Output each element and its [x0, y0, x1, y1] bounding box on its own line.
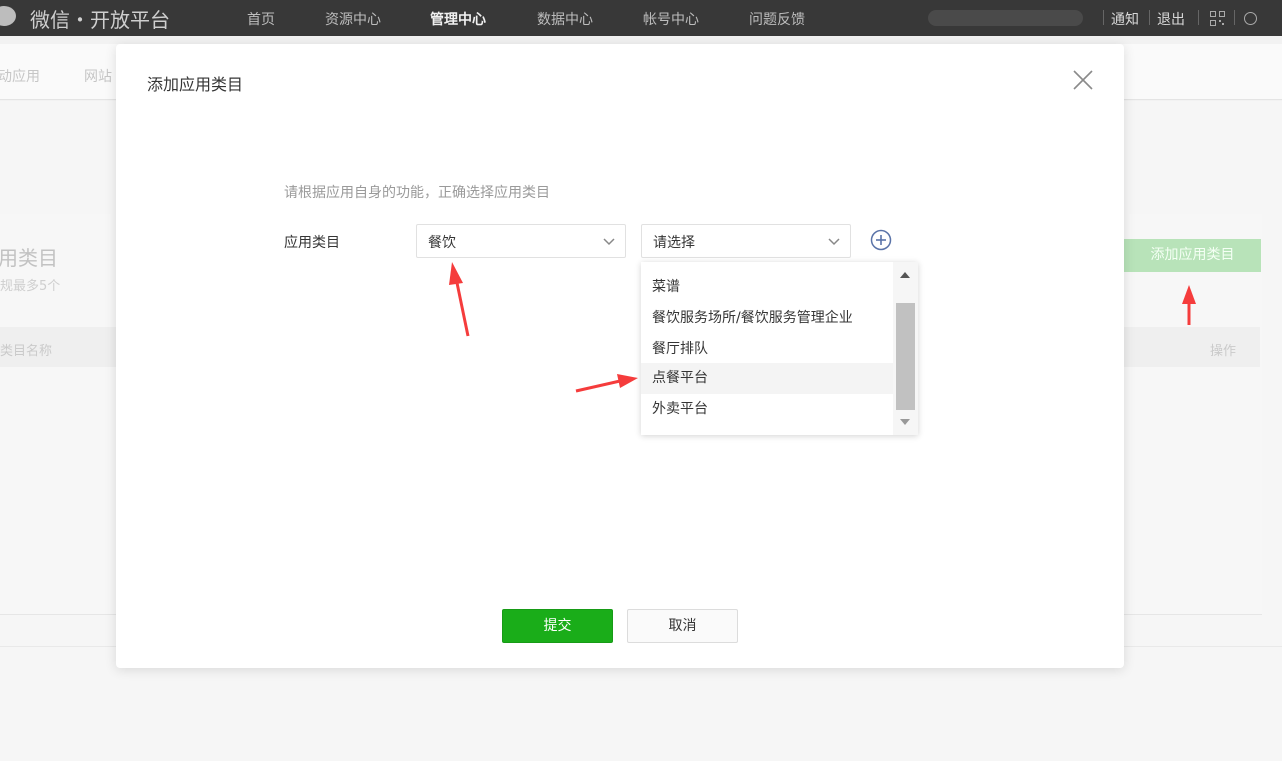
nav-account[interactable]: 帐号中心 [643, 9, 699, 29]
nav-separator [1234, 10, 1235, 25]
globe-icon[interactable] [1244, 12, 1257, 25]
plus-circle-icon[interactable] [870, 229, 892, 251]
option-catering-service[interactable]: 餐饮服务场所/餐饮服务管理企业 [641, 303, 893, 334]
nav-home[interactable]: 首页 [247, 9, 275, 29]
top-bar: 微信・开放平台 首页 资源中心 管理中心 数据中心 帐号中心 问题反馈 通知 退… [0, 0, 1282, 36]
chevron-down-icon [828, 238, 840, 246]
submit-button[interactable]: 提交 [502, 609, 613, 643]
category-heading: 用类目 [0, 246, 58, 270]
close-icon[interactable] [1072, 69, 1094, 91]
column-actions: 操作 [1210, 344, 1237, 359]
cancel-button[interactable]: 取消 [627, 609, 738, 643]
chevron-down-icon [603, 238, 615, 246]
option-restaurant-queue[interactable]: 餐厅排队 [641, 334, 893, 365]
primary-category-value: 餐饮 [428, 235, 456, 251]
option-takeout-platform[interactable]: 外卖平台 [641, 394, 893, 425]
account-name-blurred [928, 10, 1083, 26]
dropdown-list: 菜谱 餐饮服务场所/餐饮服务管理企业 餐厅排队 点餐平台 外卖平台 [641, 262, 893, 435]
category-field-label: 应用类目 [284, 235, 340, 251]
qr-code-icon[interactable] [1210, 11, 1225, 26]
nav-management[interactable]: 管理中心 [430, 9, 486, 29]
add-category-dialog: 添加应用类目 请根据应用自身的功能，正确选择应用类目 应用类目 餐饮 请选择 菜… [116, 44, 1124, 668]
scroll-down-icon[interactable] [900, 419, 910, 425]
scroll-up-icon[interactable] [900, 272, 910, 278]
primary-category-select[interactable]: 餐饮 [416, 224, 626, 258]
dialog-title: 添加应用类目 [147, 75, 244, 94]
nav-resources[interactable]: 资源中心 [325, 9, 381, 29]
secondary-category-select[interactable]: 请选择 [641, 224, 851, 258]
subnav-website[interactable]: 网站 [84, 66, 112, 86]
column-category-name: 类目名称 [0, 344, 53, 359]
nav-separator [1149, 10, 1150, 25]
nav-feedback[interactable]: 问题反馈 [749, 9, 805, 29]
dropdown-scrollbar[interactable] [893, 262, 918, 435]
wechat-logo-icon [0, 6, 16, 26]
secondary-category-dropdown: 菜谱 餐饮服务场所/餐饮服务管理企业 餐厅排队 点餐平台 外卖平台 [641, 262, 918, 435]
option-ordering-platform[interactable]: 点餐平台 [641, 363, 893, 394]
nav-separator [1103, 10, 1104, 25]
category-subheading: 规最多5个 [0, 279, 61, 294]
scroll-thumb[interactable] [896, 303, 915, 410]
category-hint: 请根据应用自身的功能，正确选择应用类目 [284, 185, 550, 201]
subnav-mobile-app[interactable]: 动应用 [0, 66, 40, 86]
nav-data[interactable]: 数据中心 [537, 9, 593, 29]
logout-link[interactable]: 退出 [1157, 9, 1185, 29]
option-recipes[interactable]: 菜谱 [641, 272, 893, 303]
nav-separator [1198, 10, 1199, 25]
secondary-category-value: 请选择 [653, 235, 695, 251]
add-category-button[interactable]: 添加应用类目 [1124, 239, 1261, 272]
notification-link[interactable]: 通知 [1111, 9, 1139, 29]
brand-title: 微信・开放平台 [30, 8, 170, 32]
